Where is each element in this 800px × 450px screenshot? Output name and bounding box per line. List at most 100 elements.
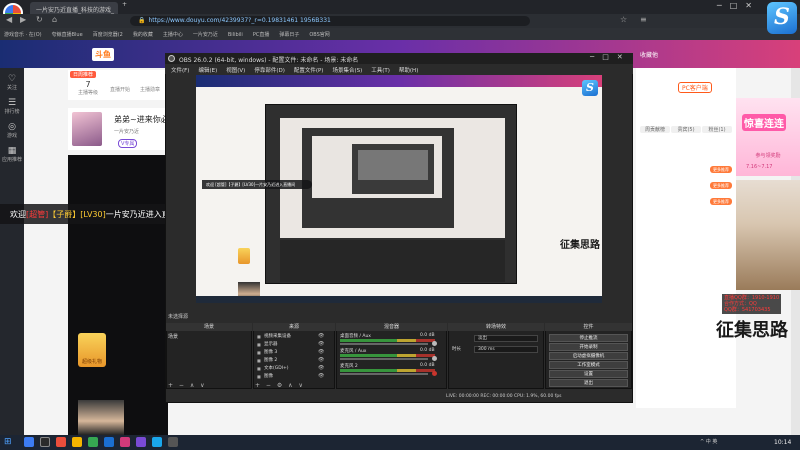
forward-icon[interactable]: ▶ bbox=[20, 15, 26, 24]
obs-menu-item[interactable]: 帮助(H) bbox=[399, 68, 418, 74]
mute-icon[interactable] bbox=[432, 356, 437, 361]
controls-dock-title: 控件 bbox=[545, 323, 632, 331]
qq-icon[interactable] bbox=[104, 437, 114, 447]
tab-weekly[interactable]: 周贡献榜 bbox=[640, 126, 670, 133]
source-toolbar[interactable]: + − ⚙ ∧ ∨ bbox=[255, 382, 305, 389]
favorite-button[interactable]: 收藏他 bbox=[640, 50, 658, 59]
duration-label: 时长 bbox=[452, 347, 461, 352]
live-video[interactable] bbox=[68, 155, 168, 435]
bookmark-item[interactable]: 游戏音乐 · 在(O) bbox=[4, 32, 42, 38]
obs-menu-item[interactable]: 视图(V) bbox=[226, 68, 245, 74]
lock-icon: 🔒 bbox=[138, 17, 146, 24]
tab-fans[interactable]: 粉丝(1) bbox=[702, 126, 732, 133]
visibility-eye-icon[interactable]: 👁 bbox=[318, 349, 324, 355]
app-icon[interactable] bbox=[120, 437, 130, 447]
browser-tab[interactable]: 一片安乃近直播_科技的游戏_ bbox=[30, 2, 118, 14]
back-icon[interactable]: ◀ bbox=[6, 15, 12, 24]
refresh-icon[interactable]: ↻ bbox=[36, 15, 43, 24]
folder-icon[interactable] bbox=[72, 437, 82, 447]
bookmark-item[interactable]: 主播中心 bbox=[163, 32, 183, 38]
pc-client-button[interactable]: PC客户端 bbox=[678, 82, 712, 93]
bookmark-item[interactable]: 百度浏览器(2 bbox=[93, 32, 123, 38]
mute-icon[interactable] bbox=[432, 371, 437, 376]
volume-slider[interactable] bbox=[340, 358, 428, 360]
avatar[interactable] bbox=[72, 112, 102, 146]
obs-menu-item[interactable]: 工具(T) bbox=[371, 68, 390, 74]
bookmark-item[interactable]: Bilibili bbox=[228, 32, 243, 38]
transitions-dock-title: 转场特效 bbox=[448, 323, 544, 331]
heart-icon: ♡ bbox=[7, 74, 17, 84]
address-input[interactable]: 🔒 https://www.douyu.com/4239937?_r=0.1983… bbox=[130, 16, 530, 26]
anchor-badge: V专属 bbox=[118, 139, 138, 148]
s-logo-icon: S bbox=[582, 80, 598, 96]
control-button[interactable]: 设置 bbox=[549, 370, 628, 378]
visibility-eye-icon[interactable]: 👁 bbox=[318, 373, 324, 379]
obs-taskbar-icon[interactable] bbox=[40, 437, 50, 447]
bookmark-item[interactable]: 弹幕日子 bbox=[279, 32, 299, 38]
app-icon[interactable] bbox=[136, 437, 146, 447]
obs-menu-item[interactable]: 文件(F) bbox=[171, 68, 189, 74]
recommend-button[interactable]: 更多推荐 bbox=[710, 182, 732, 189]
sidebar-item-apps[interactable]: ▦ 应用推荐 bbox=[0, 146, 24, 163]
obs-window-controls[interactable]: ─□✕ bbox=[590, 53, 631, 61]
volume-slider[interactable] bbox=[340, 373, 428, 375]
control-button[interactable]: 退出 bbox=[549, 379, 628, 387]
douyu-logo[interactable]: 斗鱼 bbox=[92, 48, 114, 61]
recommend-button[interactable]: 更多推荐 bbox=[710, 166, 732, 173]
grid-icon: ▦ bbox=[7, 146, 17, 156]
bookmark-item[interactable]: PC直播 bbox=[253, 32, 270, 38]
bookmark-item[interactable]: 夸鲸直播Blue bbox=[52, 32, 83, 38]
clock[interactable]: 10:14 bbox=[774, 439, 791, 446]
sidebar-item-rank[interactable]: ☰ 排行榜 bbox=[0, 98, 24, 115]
visibility-eye-icon[interactable]: 👁 bbox=[318, 341, 324, 347]
volume-slider[interactable] bbox=[340, 343, 428, 345]
transitions-dock bbox=[448, 323, 544, 389]
nested-welcome-banner: 欢迎 [超管]【子爵】[LV30]一片安乃近进入直播间 bbox=[202, 180, 312, 189]
app-icon[interactable] bbox=[152, 437, 162, 447]
tab-vip[interactable]: 贵宾(5) bbox=[671, 126, 701, 133]
star-icon[interactable]: ☆ bbox=[620, 15, 627, 24]
transition-select[interactable]: 淡出 bbox=[474, 335, 538, 342]
anchor-subtitle: 一片安乃近 bbox=[114, 129, 140, 135]
new-tab-button[interactable]: + bbox=[120, 1, 132, 13]
visibility-eye-icon[interactable]: 👁 bbox=[318, 357, 324, 363]
obs-menu-item[interactable]: 场景集合(S) bbox=[332, 68, 362, 74]
bookmark-item[interactable]: 我的收藏 bbox=[133, 32, 153, 38]
start-button[interactable]: ⊞ bbox=[4, 438, 13, 447]
control-button[interactable]: 停止推流 bbox=[549, 334, 628, 342]
menu-icon[interactable]: ≡ bbox=[640, 15, 647, 24]
control-button[interactable]: 开始录制 bbox=[549, 343, 628, 351]
bookmarks-bar: 游戏音乐 · 在(O) 夸鲸直播Blue 百度浏览器(2 我的收藏 主播中心 一片安乃近 B… bbox=[0, 28, 800, 40]
browser-taskbar-icon[interactable] bbox=[56, 437, 66, 447]
window-controls[interactable]: ─□✕ bbox=[717, 1, 760, 10]
promo-title: 惊喜连连 bbox=[742, 114, 786, 131]
stat-level: 7 主播等级 bbox=[78, 80, 99, 96]
mixer-dock-title: 混音器 bbox=[336, 323, 447, 331]
app-icon[interactable] bbox=[168, 437, 178, 447]
volume-meter bbox=[340, 339, 435, 342]
sources-dock-title: 来源 bbox=[253, 323, 335, 331]
wechat-icon[interactable] bbox=[88, 437, 98, 447]
obs-menu-item[interactable]: 停靠部件(D) bbox=[254, 68, 285, 74]
scene-item[interactable]: 场景 bbox=[168, 333, 178, 340]
obs-logo-icon bbox=[168, 55, 175, 62]
streamer-webcam bbox=[736, 180, 800, 290]
sidebar-item-follow[interactable]: ♡ 关注 bbox=[0, 74, 24, 91]
control-button[interactable]: 启动虚拟摄像机 bbox=[549, 352, 628, 360]
home-icon[interactable]: ⌂ bbox=[52, 15, 57, 24]
bookmark-item[interactable]: 一片安乃近 bbox=[193, 32, 218, 38]
sidebar-item-games[interactable]: ◎ 游戏 bbox=[0, 122, 24, 139]
recommend-button[interactable]: 更多推荐 bbox=[710, 198, 732, 205]
obs-menu-item[interactable]: 编辑(E) bbox=[198, 68, 217, 74]
bookmark-item[interactable]: OBS官网 bbox=[309, 32, 329, 38]
system-tray[interactable]: ^ 中 英 bbox=[700, 438, 717, 445]
mute-icon[interactable] bbox=[432, 341, 437, 346]
visibility-eye-icon[interactable]: 👁 bbox=[318, 333, 324, 339]
gift-box[interactable]: 超级礼物 bbox=[78, 333, 106, 367]
search-icon[interactable] bbox=[24, 437, 34, 447]
control-button[interactable]: 工作室模式 bbox=[549, 361, 628, 369]
obs-menu-item[interactable]: 配置文件(P) bbox=[294, 68, 324, 74]
visibility-eye-icon[interactable]: 👁 bbox=[318, 365, 324, 371]
duration-input[interactable]: 300 ms bbox=[474, 346, 538, 353]
scene-toolbar[interactable]: + − ∧ ∨ bbox=[168, 382, 207, 389]
